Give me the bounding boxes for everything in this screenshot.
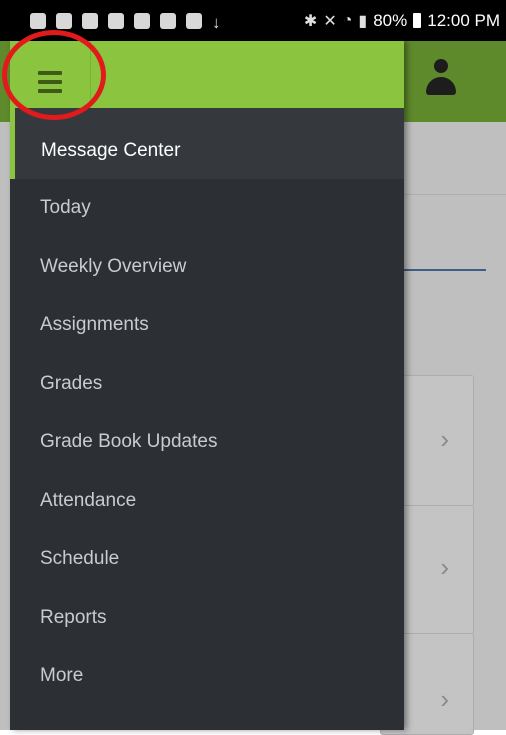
flipboard-icon (160, 12, 176, 29)
navigation-drawer: Message Center Today Weekly Overview Ass… (10, 41, 404, 730)
wifi-icon: ◔ (342, 11, 353, 29)
image-icon (134, 12, 150, 29)
menu-item-label: Weekly Overview (40, 255, 187, 277)
battery-icon (413, 13, 422, 28)
menu-item-label: More (40, 665, 84, 687)
link-icon (56, 12, 72, 29)
menu-item-more[interactable]: More (10, 647, 404, 706)
person-icon[interactable] (426, 59, 456, 97)
drawer-menu: Message Center Today Weekly Overview Ass… (10, 108, 404, 706)
mute-icon: ✕ (323, 12, 337, 30)
highlight-circle (2, 30, 106, 120)
menu-item-grades[interactable]: Grades (10, 355, 404, 414)
notification-icons: ↓ (30, 12, 221, 32)
battery-percent: 80% (373, 10, 408, 30)
clipboard-icon (30, 12, 46, 29)
menu-item-label: Reports (40, 606, 107, 628)
chevron-right-icon: › (440, 684, 449, 714)
menu-item-label: Assignments (40, 314, 149, 336)
menu-item-label: Schedule (40, 548, 120, 570)
chevron-right-icon: › (440, 552, 449, 582)
menu-item-grade-book-updates[interactable]: Grade Book Updates (10, 413, 404, 472)
menu-item-message-center[interactable]: Message Center (10, 108, 404, 179)
divider (400, 194, 506, 195)
menu-item-weekly-overview[interactable]: Weekly Overview (10, 238, 404, 297)
bluetooth-icon: ✱ (303, 12, 318, 30)
signal-icon: ▮ (358, 12, 368, 30)
menu-item-label: Grade Book Updates (40, 431, 218, 453)
amazon-icon (108, 12, 124, 29)
menu-item-reports[interactable]: Reports (10, 589, 404, 648)
menu-item-assignments[interactable]: Assignments (10, 296, 404, 355)
menu-item-label: Attendance (40, 489, 137, 511)
menu-item-today[interactable]: Today (10, 179, 404, 238)
message-icon (186, 12, 202, 29)
menu-item-schedule[interactable]: Schedule (10, 530, 404, 589)
chevron-right-icon: › (440, 424, 449, 454)
settings-icon (82, 12, 98, 29)
tab-indicator (400, 269, 486, 271)
system-icons: ✱ ✕ ◔ ▮ 80% 12:00 PM (304, 11, 500, 31)
menu-item-label: Grades (40, 372, 103, 394)
download-icon: ↓ (212, 12, 221, 32)
menu-item-label: Today (40, 197, 91, 219)
clock: 12:00 PM (427, 10, 500, 30)
menu-item-label: Message Center (41, 139, 181, 161)
menu-item-attendance[interactable]: Attendance (10, 472, 404, 531)
